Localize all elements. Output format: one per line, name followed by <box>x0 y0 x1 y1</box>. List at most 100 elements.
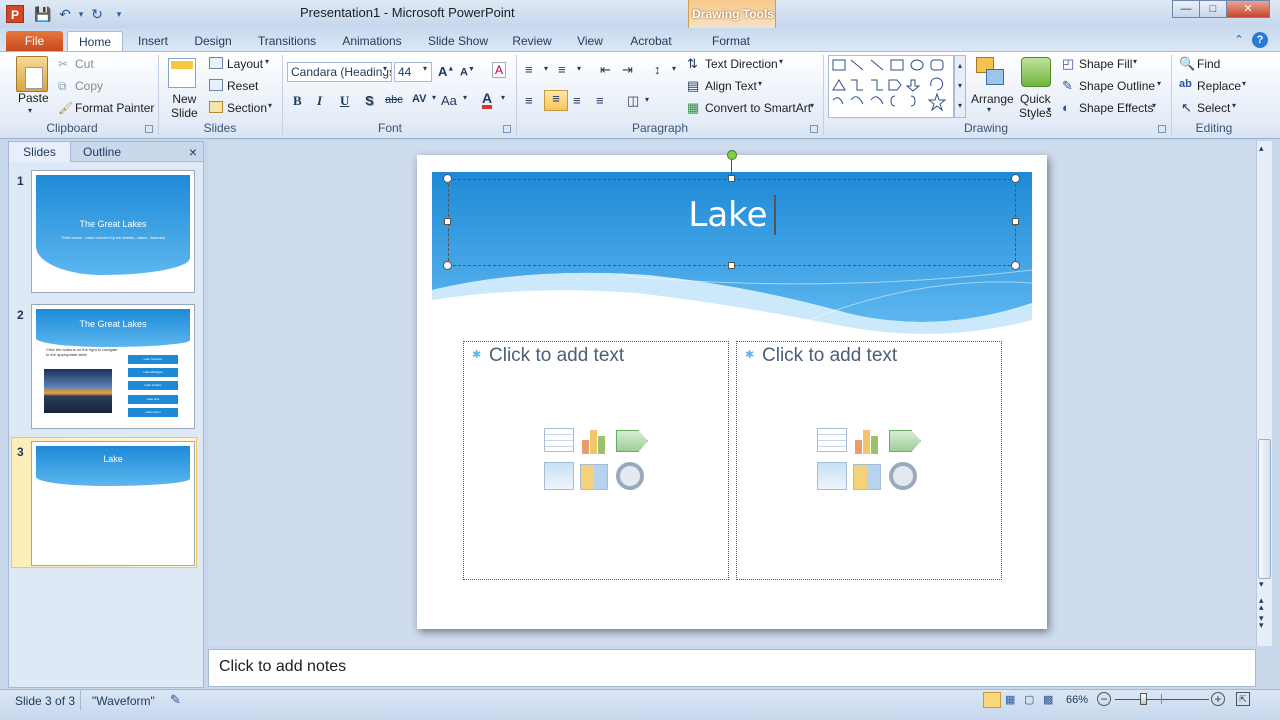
format-painter-button[interactable]: Format Painter <box>75 101 154 115</box>
align-text-button[interactable]: Align Text <box>705 79 757 93</box>
paste-dropdown-icon[interactable]: ▾ <box>28 106 32 115</box>
line-spacing-icon[interactable]: ↕ <box>654 62 661 77</box>
italic-button[interactable]: I <box>317 93 322 109</box>
insert-picture-icon[interactable] <box>544 462 574 490</box>
layout-button[interactable]: Layout <box>227 57 263 71</box>
convert-smartart-dropdown-icon[interactable]: ▾ <box>810 101 814 110</box>
strikethrough-button[interactable]: abc <box>385 94 403 106</box>
right-content-placeholder[interactable]: ✱ Click to add text <box>736 341 1002 580</box>
arrange-button[interactable]: Arrange <box>971 92 1014 106</box>
scroll-down-icon[interactable]: ▾ <box>1259 579 1264 590</box>
save-icon[interactable]: 💾 <box>34 5 52 23</box>
find-button[interactable]: Find <box>1197 57 1220 71</box>
notes-pane[interactable]: Click to add notes <box>208 649 1256 687</box>
insert-table-icon[interactable] <box>817 428 847 452</box>
paragraph-launcher-icon[interactable] <box>810 125 818 133</box>
insert-clipart-icon[interactable] <box>853 464 881 490</box>
normal-view-icon[interactable] <box>983 692 1001 708</box>
bold-button[interactable]: B <box>293 93 302 109</box>
tab-review[interactable]: Review <box>508 31 556 52</box>
powerpoint-app-icon[interactable]: P <box>6 5 24 23</box>
tab-home[interactable]: Home <box>67 31 123 52</box>
zoom-level[interactable]: 66% <box>1066 694 1088 706</box>
columns-dropdown-icon[interactable]: ▾ <box>645 95 649 104</box>
tab-acrobat[interactable]: Acrobat <box>624 31 678 52</box>
insert-smartart-icon[interactable] <box>889 430 921 452</box>
slide-thumbnail-1[interactable]: The Great Lakes Their cause - once cover… <box>31 170 195 293</box>
tab-slides[interactable]: Slides <box>9 142 71 162</box>
tab-transitions[interactable]: Transitions <box>252 31 322 52</box>
replace-button[interactable]: Replace <box>1197 79 1241 93</box>
align-right-icon[interactable]: ≡ <box>573 93 581 108</box>
insert-media-icon[interactable] <box>616 462 644 490</box>
resize-handle[interactable] <box>1011 261 1020 270</box>
reset-button[interactable]: Reset <box>227 79 258 93</box>
underline-button[interactable]: U <box>340 93 349 109</box>
resize-handle[interactable] <box>443 261 452 270</box>
change-case-dropdown-icon[interactable]: ▾ <box>463 93 467 102</box>
previous-slide-icon[interactable]: ▴ ▴ <box>1259 596 1264 612</box>
paste-button[interactable]: Paste <box>18 91 49 105</box>
justify-icon[interactable]: ≡ <box>596 93 604 108</box>
paste-icon[interactable] <box>16 56 48 92</box>
font-name-dropdown-icon[interactable]: ▾ <box>383 64 388 73</box>
new-slide-icon[interactable] <box>168 58 196 88</box>
close-button[interactable]: ✕ <box>1226 0 1270 18</box>
copy-button[interactable]: Copy <box>75 79 103 93</box>
text-direction-button[interactable]: Text Direction <box>705 57 778 71</box>
shape-outline-dropdown-icon[interactable]: ▾ <box>1157 79 1161 88</box>
shape-fill-button[interactable]: Shape Fill <box>1079 57 1132 71</box>
tab-design[interactable]: Design <box>188 31 238 52</box>
font-color-button[interactable]: A <box>482 91 493 109</box>
fit-to-window-icon[interactable]: ⇱ <box>1236 692 1250 706</box>
bullets-icon[interactable]: ≡ <box>525 62 533 77</box>
shape-effects-dropdown-icon[interactable]: ▾ <box>1152 101 1156 110</box>
line-spacing-dropdown-icon[interactable]: ▾ <box>672 64 676 73</box>
insert-picture-icon[interactable] <box>817 462 847 490</box>
reading-view-icon[interactable]: ▢ <box>1024 693 1034 706</box>
cut-button[interactable]: Cut <box>75 57 94 71</box>
tab-insert[interactable]: Insert <box>132 31 174 52</box>
layout-dropdown-icon[interactable]: ▾ <box>265 57 269 66</box>
select-dropdown-icon[interactable]: ▾ <box>1232 101 1236 110</box>
resize-handle[interactable] <box>443 174 452 183</box>
section-dropdown-icon[interactable]: ▾ <box>268 101 272 110</box>
text-direction-dropdown-icon[interactable]: ▾ <box>779 57 783 66</box>
columns-icon[interactable]: ◫ <box>627 93 639 109</box>
scroll-up-icon[interactable]: ▴ <box>1259 143 1264 154</box>
left-content-placeholder[interactable]: ✱ Click to add text <box>463 341 729 580</box>
redo-icon[interactable]: ↻ <box>88 5 106 23</box>
align-left-icon[interactable]: ≡ <box>525 93 533 108</box>
insert-clipart-icon[interactable] <box>580 464 608 490</box>
shrink-font-icon[interactable]: A▼ <box>460 66 475 79</box>
character-spacing-dropdown-icon[interactable]: ▾ <box>432 93 436 102</box>
decrease-indent-icon[interactable]: ⇤ <box>600 62 611 78</box>
section-button[interactable]: Section <box>227 101 267 115</box>
maximize-button[interactable]: □ <box>1199 0 1227 18</box>
bullets-dropdown-icon[interactable]: ▾ <box>544 64 548 73</box>
clear-formatting-icon[interactable]: A <box>492 62 507 78</box>
minimize-button[interactable]: — <box>1172 0 1200 18</box>
clipboard-launcher-icon[interactable] <box>145 125 153 133</box>
new-slide-button[interactable]: New Slide <box>171 92 198 120</box>
help-icon[interactable]: ? <box>1252 32 1268 48</box>
slide-title[interactable]: Lake <box>448 195 1016 235</box>
tab-animations[interactable]: Animations <box>336 31 408 52</box>
shapes-gallery[interactable] <box>828 55 954 118</box>
shape-outline-button[interactable]: Shape Outline <box>1079 79 1155 93</box>
font-launcher-icon[interactable] <box>503 125 511 133</box>
shadow-button[interactable]: S <box>365 93 374 108</box>
slide-sorter-icon[interactable]: ▦ <box>1005 693 1015 706</box>
zoom-slider-thumb[interactable] <box>1140 693 1148 705</box>
shape-fill-dropdown-icon[interactable]: ▾ <box>1133 57 1137 66</box>
resize-handle[interactable] <box>1011 174 1020 183</box>
insert-media-icon[interactable] <box>889 462 917 490</box>
convert-smartart-button[interactable]: Convert to SmartArt <box>705 101 811 115</box>
quick-styles-icon[interactable] <box>1021 57 1051 87</box>
insert-chart-icon[interactable] <box>580 428 610 454</box>
tab-slide-show[interactable]: Slide Show <box>422 31 494 52</box>
numbering-icon[interactable]: ≡ <box>558 62 566 77</box>
resize-handle[interactable] <box>728 262 735 269</box>
arrange-dropdown-icon[interactable]: ▾ <box>987 105 991 114</box>
insert-chart-icon[interactable] <box>853 428 883 454</box>
